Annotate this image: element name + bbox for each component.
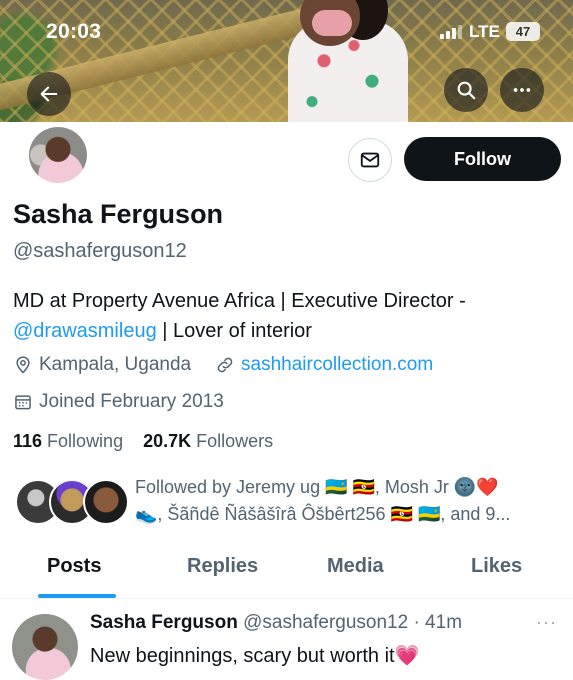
status-time: 20:03 (46, 20, 102, 43)
followers-stat[interactable]: 20.7K Followers (143, 431, 273, 451)
location-text: Kampala, Uganda (39, 354, 192, 375)
battery-icon: 47 (506, 22, 540, 41)
back-button[interactable] (27, 72, 71, 116)
followed-by-line: 👟, Šãñdê Ñâšâšîrâ Ôšbêrt256 🇺🇬 🇷🇼, and 9… (135, 504, 511, 524)
post-more-icon[interactable]: ··· (536, 612, 557, 633)
search-icon (457, 81, 476, 100)
joined-text: Joined February 2013 (39, 391, 224, 412)
website-link[interactable]: sashhaircollection.com (241, 354, 433, 376)
signal-icon (440, 25, 462, 39)
followers-label: Followers (191, 431, 274, 451)
post-handle-time: @sashaferguson12 · 41m (237, 612, 463, 633)
message-button[interactable] (348, 138, 392, 182)
profile-banner[interactable] (0, 0, 573, 122)
more-icon (513, 88, 531, 92)
banner-person-mask (312, 10, 352, 36)
profile-tabs: Posts Replies Media Likes (0, 543, 573, 599)
profile-bio: MD at Property Avenue Africa | Executive… (13, 286, 558, 346)
location-row: Kampala, Uganda (13, 354, 191, 376)
followers-count: 20.7K (143, 431, 192, 451)
follower-avatar (83, 479, 129, 525)
follow-button[interactable]: Follow (404, 137, 561, 181)
post-text: New beginnings, scary but worth it💗 (90, 645, 420, 667)
tab-likes[interactable]: Likes (471, 555, 522, 578)
location-pin-icon (16, 356, 30, 374)
more-button[interactable] (500, 68, 544, 112)
following-label: Following (42, 431, 124, 451)
website-row[interactable]: sashhaircollection.com (215, 354, 433, 376)
active-tab-indicator (38, 594, 116, 598)
network-type: LTE (469, 22, 500, 41)
following-count: 116 (13, 431, 43, 451)
profile-avatar[interactable] (26, 124, 90, 186)
following-stat[interactable]: 116 Following (13, 431, 123, 451)
profile-name: Sasha Ferguson (13, 199, 224, 229)
calendar-icon (15, 395, 31, 410)
mail-icon (360, 152, 380, 168)
bio-text-2: | Lover of interior (156, 320, 312, 342)
joined-row: Joined February 2013 (13, 391, 224, 413)
post-header: Sasha Ferguson @sashaferguson12 · 41m (90, 612, 462, 634)
followed-by-avatars[interactable] (15, 479, 129, 527)
profile-handle: @sashaferguson12 (13, 240, 187, 262)
search-button[interactable] (444, 68, 488, 112)
post-author-avatar[interactable] (12, 614, 78, 680)
link-icon (217, 357, 233, 373)
tab-replies[interactable]: Replies (187, 555, 258, 578)
back-arrow-icon (40, 86, 58, 102)
followed-by-text[interactable]: Followed by Jeremy ug 🇷🇼 🇺🇬, Mosh Jr 🌚❤️… (135, 474, 565, 528)
follow-stats: 116 Following 20.7K Followers (13, 431, 273, 452)
tab-media[interactable]: Media (327, 555, 384, 578)
followed-by-line: Followed by Jeremy ug 🇷🇼 🇺🇬, Mosh Jr 🌚❤️ (135, 477, 499, 497)
bio-text: MD at Property Avenue Africa | Executive… (13, 290, 466, 312)
tab-posts[interactable]: Posts (47, 555, 101, 578)
post-author-name[interactable]: Sasha Ferguson (90, 612, 238, 633)
bio-mention-link[interactable]: @drawasmileug (13, 320, 157, 342)
